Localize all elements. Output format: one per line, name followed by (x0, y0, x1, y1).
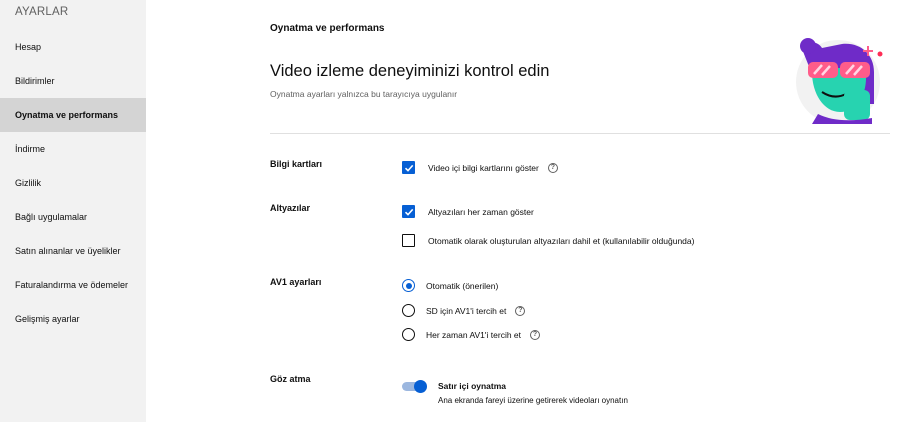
help-circle-icon[interactable]: ? (515, 305, 526, 316)
captions-always-checkbox[interactable] (402, 205, 415, 218)
sidebar-item-playback[interactable]: Oynatma ve performans (0, 98, 146, 132)
check-icon (404, 208, 413, 216)
page-subtitle: Oynatma ayarları yalnızca bu tarayıcıya … (270, 89, 458, 99)
captions-auto-label: Otomatik olarak oluşturulan altyazıları … (428, 235, 695, 246)
av1-option-sd[interactable]: SD için AV1'i tercih et ? (402, 304, 526, 317)
help-circle-icon[interactable]: ? (530, 329, 541, 340)
sidebar-item-connected-apps[interactable]: Bağlı uygulamalar (0, 200, 146, 234)
av1-always-label: Her zaman AV1'i tercih et (426, 329, 522, 340)
settings-sidebar: AYARLAR Hesap Bildirimler Oynatma ve per… (0, 0, 146, 422)
av1-auto-radio[interactable] (402, 279, 415, 292)
inline-playback-label: Satır içi oynatma (438, 381, 507, 391)
header-divider (270, 133, 890, 134)
sidebar-item-purchases[interactable]: Satın alınanlar ve üyelikler (0, 234, 146, 268)
inline-playback-description: Ana ekranda fareyi üzerine getirerek vid… (438, 396, 628, 405)
help-circle-icon[interactable]: ? (547, 162, 558, 173)
av1-sd-label: SD için AV1'i tercih et (426, 305, 507, 316)
sunglasses-character-illustration (796, 38, 883, 124)
info-cards-option-label: Video içi bilgi kartlarını göster (428, 162, 539, 173)
captions-always-label: Altyazıları her zaman göster (428, 206, 534, 217)
captions-auto-checkbox[interactable] (402, 234, 415, 247)
av1-label: AV1 ayarları (270, 277, 322, 287)
section-title: Oynatma ve performans (270, 23, 385, 34)
sidebar-item-privacy[interactable]: Gizlilik (0, 166, 146, 200)
toggle-knob (414, 380, 427, 393)
settings-main: Oynatma ve performans Video izleme deney… (146, 0, 900, 422)
sidebar-item-billing[interactable]: Faturalandırma ve ödemeler (0, 268, 146, 302)
info-cards-label: Bilgi kartları (270, 159, 323, 169)
inline-playback-toggle[interactable] (402, 380, 427, 393)
page-headline: Video izleme deneyiminizi kontrol edin (270, 62, 550, 80)
glance-label: Göz atma (270, 374, 311, 384)
captions-label: Altyazılar (270, 203, 311, 213)
av1-always-radio[interactable] (402, 328, 415, 341)
sidebar-item-account[interactable]: Hesap (0, 30, 146, 64)
captions-option-always[interactable]: Altyazıları her zaman göster (402, 205, 534, 218)
av1-option-auto[interactable]: Otomatik (önerilen) (402, 279, 498, 292)
info-cards-checkbox[interactable] (402, 161, 415, 174)
sidebar-item-notifications[interactable]: Bildirimler (0, 64, 146, 98)
sidebar-item-downloads[interactable]: İndirme (0, 132, 146, 166)
av1-auto-label: Otomatik (önerilen) (426, 280, 499, 291)
av1-sd-radio[interactable] (402, 304, 415, 317)
info-cards-option[interactable]: Video içi bilgi kartlarını göster ? (402, 161, 558, 174)
check-icon (404, 164, 413, 172)
sidebar-item-advanced[interactable]: Gelişmiş ayarlar (0, 302, 146, 336)
captions-option-auto[interactable]: Otomatik olarak oluşturulan altyazıları … (402, 234, 694, 247)
av1-option-always[interactable]: Her zaman AV1'i tercih et ? (402, 328, 541, 341)
sidebar-title: AYARLAR (15, 6, 69, 18)
